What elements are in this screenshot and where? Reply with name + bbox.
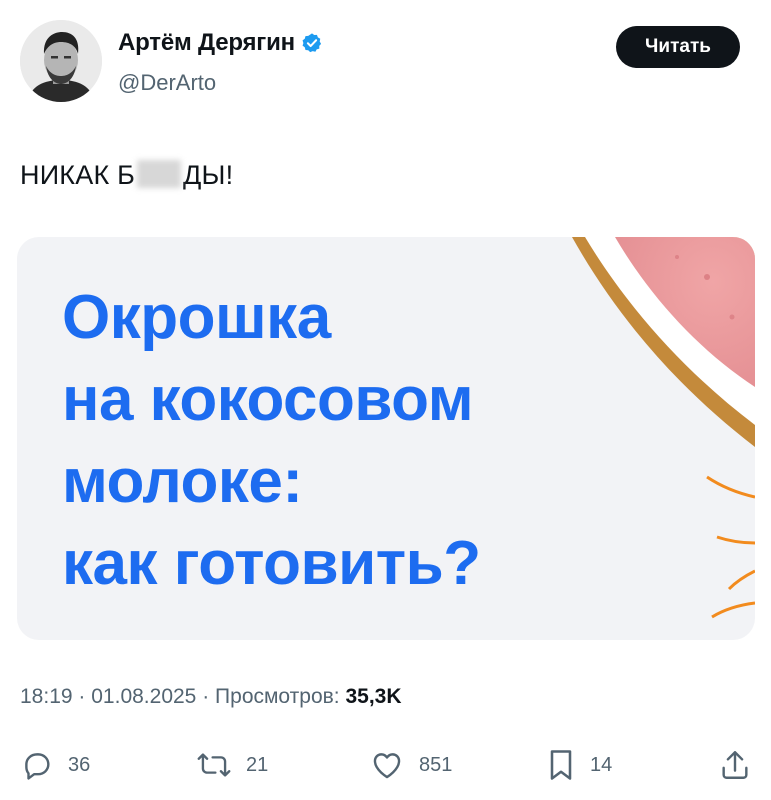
share-icon [722, 751, 748, 779]
tweet-text-start: НИКАК Б [20, 160, 135, 190]
retweet-icon [197, 753, 231, 777]
tweet-text: НИКАК Б ДЫ! [20, 160, 233, 191]
like-icon [373, 753, 401, 779]
reply-icon [25, 753, 50, 780]
retweet-button[interactable]: 21 [196, 745, 268, 785]
bookmark-button[interactable]: 14 [546, 745, 612, 785]
tweet-media-image[interactable]: Окрошка на кокосовом молоке: как готовит… [17, 237, 755, 640]
like-button[interactable]: 851 [369, 745, 452, 785]
reply-button[interactable]: 36 [20, 745, 90, 785]
media-line-2: на кокосовом [62, 365, 474, 434]
retweet-count: 21 [246, 753, 269, 776]
views-count: 35,3K [345, 685, 402, 708]
reply-count: 36 [68, 753, 91, 776]
tweet-meta: 18:19 · 01.08.2025 · Просмотров: 35,3K [20, 685, 402, 709]
share-button[interactable] [718, 745, 752, 785]
separator-dot: · [78, 685, 86, 708]
media-line-3: молоке: [62, 447, 303, 516]
author-handle[interactable]: @DerArto [118, 70, 216, 96]
media-line-4: как готовить? [62, 529, 481, 598]
verified-badge-icon [302, 33, 322, 53]
media-headline: Окрошка на кокосовом молоке: как готовит… [62, 277, 481, 605]
author-display-name[interactable]: Артём Дерягин [118, 29, 295, 57]
avatar[interactable] [20, 20, 102, 102]
censor-blur [137, 160, 181, 188]
bookmark-count: 14 [590, 753, 613, 776]
like-count: 851 [419, 753, 453, 776]
author-name-row[interactable]: Артём Дерягин [118, 29, 323, 57]
avatar-image [20, 20, 102, 102]
separator-dot: · [202, 685, 210, 708]
tweet-time[interactable]: 18:19 [20, 685, 73, 708]
bookmark-icon [550, 750, 572, 780]
follow-button[interactable]: Читать [616, 26, 740, 68]
tweet-date[interactable]: 01.08.2025 [91, 685, 196, 708]
tweet-text-end: ДЫ! [183, 160, 234, 190]
views-label: Просмотров: [215, 685, 340, 708]
media-line-1: Окрошка [62, 283, 331, 352]
